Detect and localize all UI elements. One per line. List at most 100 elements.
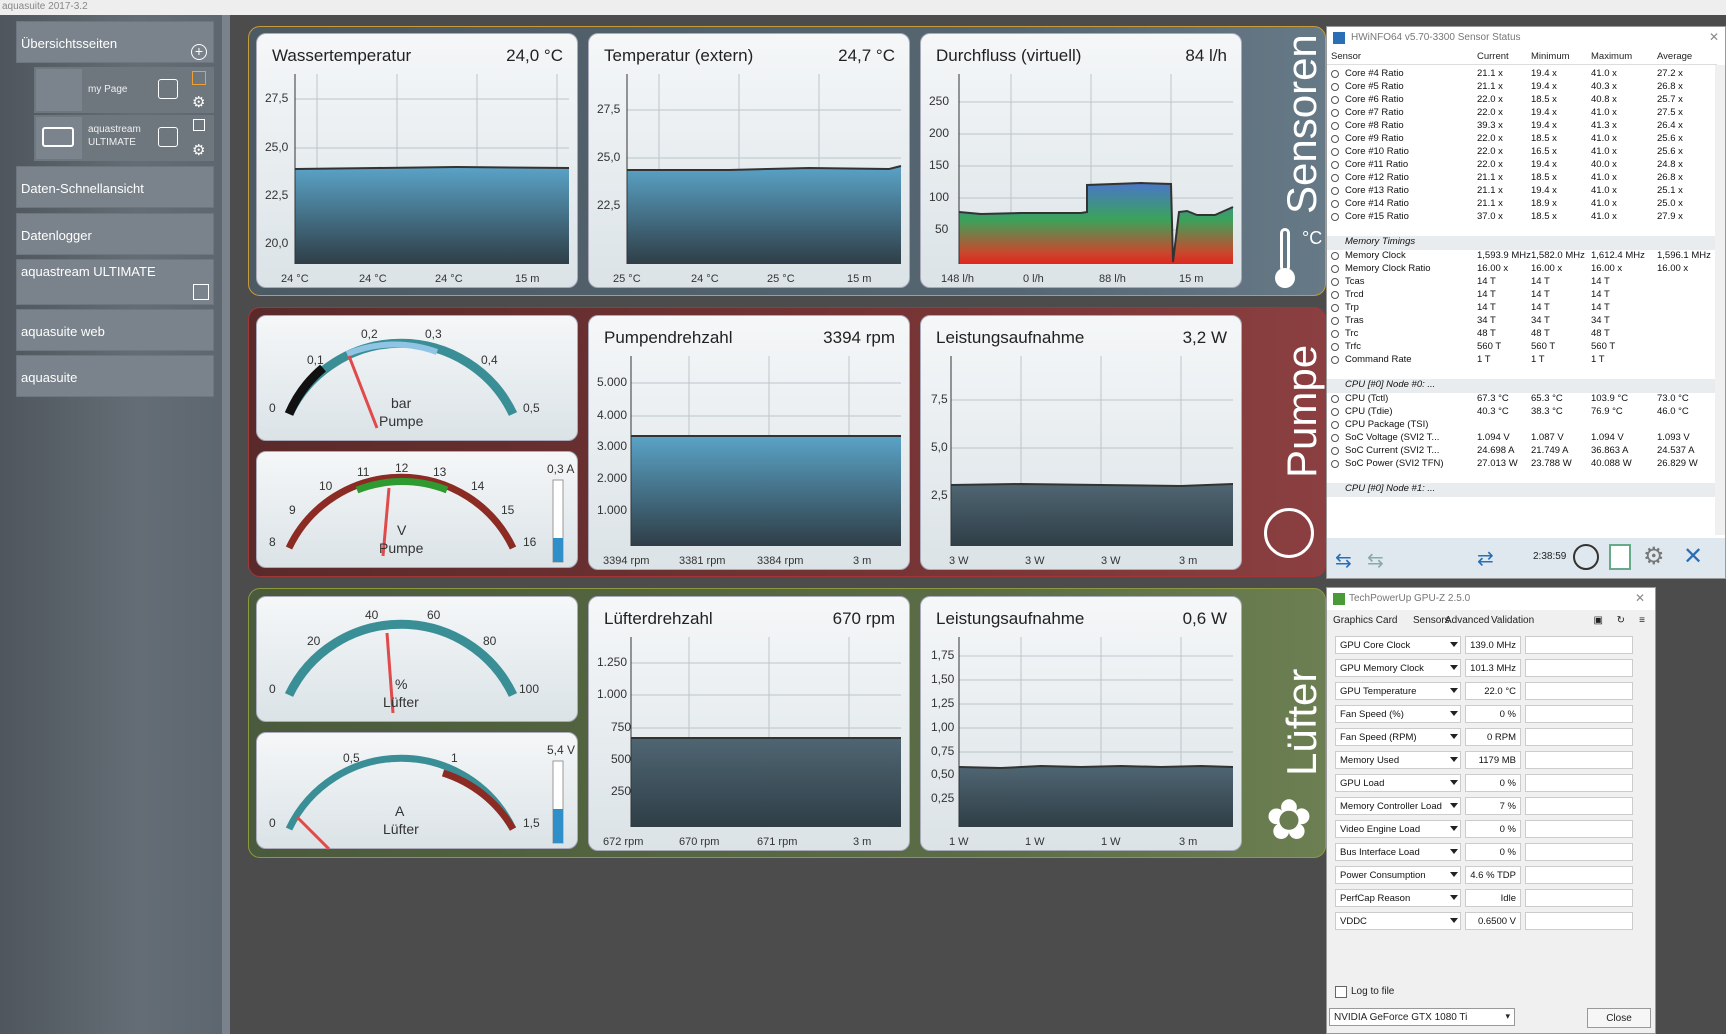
hwinfo-scrollbar[interactable]: [1715, 65, 1725, 535]
close-icon[interactable]: ✕: [1683, 542, 1703, 571]
table-row[interactable]: Trfc 560 T 560 T 560 T: [1327, 340, 1717, 354]
refresh-icon[interactable]: ↻: [1617, 615, 1625, 626]
sensor-name-select[interactable]: GPU Core Clock: [1335, 636, 1461, 654]
sensor-name-select[interactable]: Bus Interface Load: [1335, 843, 1461, 861]
save-icon[interactable]: [193, 284, 209, 300]
table-row[interactable]: Trp 14 T 14 T 14 T: [1327, 301, 1717, 315]
table-cell: 21.1 x: [1477, 81, 1503, 92]
sensor-name-select[interactable]: GPU Memory Clock: [1335, 659, 1461, 677]
table-row[interactable]: Command Rate 1 T 1 T 1 T: [1327, 353, 1717, 367]
table-row[interactable]: Core #5 Ratio 21.1 x 19.4 x 40.3 x 26.8 x: [1327, 80, 1717, 94]
sidebar-item-daten-schnellansicht[interactable]: Daten-Schnellansicht: [16, 166, 214, 208]
table-row[interactable]: Trcd 14 T 14 T 14 T: [1327, 288, 1717, 302]
sensor-name-select[interactable]: VDDC: [1335, 912, 1461, 930]
sensor-name-select[interactable]: GPU Load: [1335, 774, 1461, 792]
table-row[interactable]: Core #13 Ratio 21.1 x 19.4 x 41.0 x 25.1 x: [1327, 184, 1717, 198]
add-page-icon[interactable]: +: [191, 44, 207, 60]
table-cell: 560 T: [1531, 341, 1556, 352]
sidebar-item-aquasuite-web[interactable]: aquasuite web: [16, 309, 214, 351]
table-row[interactable]: SoC Voltage (SVI2 T... 1.094 V 1.087 V 1.09…: [1327, 431, 1717, 445]
sensor-name-select[interactable]: Memory Used: [1335, 751, 1461, 769]
sensor-graph: [1525, 843, 1633, 861]
sensor-value: 7 %: [1465, 797, 1521, 815]
sidebar-scrollbar[interactable]: [222, 15, 230, 1034]
table-row[interactable]: Core #8 Ratio 39.3 x 19.4 x 41.3 x 26.4 x: [1327, 119, 1717, 133]
table-row[interactable]: Memory Clock Ratio 16.00 x 16.00 x 16.00 x 1…: [1327, 262, 1717, 276]
table-row[interactable]: Core #11 Ratio 22.0 x 19.4 x 40.0 x 24.8 x: [1327, 158, 1717, 172]
table-row[interactable]: Core #7 Ratio 22.0 x 19.4 x 41.0 x 27.5 x: [1327, 106, 1717, 120]
sidebar-item-aquasuite[interactable]: aquasuite: [16, 355, 214, 397]
table-cell: 41.3 x: [1591, 120, 1617, 131]
table-row[interactable]: Memory Clock 1,593.9 MHz 1,582.0 MHz 1,612.…: [1327, 249, 1717, 263]
lock-icon[interactable]: [192, 71, 206, 85]
table-cell: 1 T: [1531, 354, 1545, 365]
table-cell: 24.8 x: [1657, 159, 1683, 170]
sidebar-page-aquastream[interactable]: aquastream ULTIMATE ⚙: [34, 115, 214, 161]
table-cell: 23.788 W: [1531, 458, 1572, 469]
chart-temperatur-extern: [626, 74, 902, 264]
edit-page-icon[interactable]: [158, 79, 178, 99]
settings-icon[interactable]: ⚙: [1643, 542, 1665, 571]
table-row[interactable]: SoC Current (SVI2 T... 24.698 A 21.749 A 36…: [1327, 444, 1717, 458]
camera-icon[interactable]: ▣: [1594, 615, 1603, 626]
clock-icon[interactable]: [1573, 544, 1599, 570]
table-row[interactable]: SoC Power (SVI2 TFN) 27.013 W 23.788 W 40.0…: [1327, 457, 1717, 471]
sensor-name-select[interactable]: Memory Controller Load: [1335, 797, 1461, 815]
sensor-name-select[interactable]: Fan Speed (%): [1335, 705, 1461, 723]
navigate-arrows-icon[interactable]: ⇆: [1335, 548, 1352, 573]
table-row[interactable]: Core #14 Ratio 21.1 x 18.9 x 41.0 x 25.0 x: [1327, 197, 1717, 211]
sensor-name-select[interactable]: GPU Temperature: [1335, 682, 1461, 700]
chevron-down-icon: [1450, 734, 1458, 739]
sensor-name-select[interactable]: PerfCap Reason: [1335, 889, 1461, 907]
tab-advanced[interactable]: Advanced: [1445, 615, 1489, 626]
log-label: Log to file: [1351, 986, 1395, 997]
table-row[interactable]: Core #10 Ratio 22.0 x 16.5 x 41.0 x 25.6 x: [1327, 145, 1717, 159]
gear-icon[interactable]: ⚙: [192, 93, 205, 111]
report-icon[interactable]: [1609, 544, 1631, 570]
chart-pumpe-leistungsaufnahme: [950, 356, 1234, 546]
table-row[interactable]: Core #15 Ratio 37.0 x 18.5 x 41.0 x 27.9 x: [1327, 210, 1717, 224]
gpuz-app-icon: [1333, 593, 1345, 605]
network-icon[interactable]: ⇄: [1477, 546, 1494, 571]
table-cell: Command Rate: [1345, 354, 1412, 365]
sensor-graph: [1525, 636, 1633, 654]
hwinfo-section-header[interactable]: CPU [#0] Node #0: ...: [1327, 379, 1717, 393]
hwinfo-section-header[interactable]: CPU [#0] Node #1: ...: [1327, 483, 1717, 497]
table-cell: 14 T: [1591, 276, 1610, 287]
sidebar-page-my-page[interactable]: my Page ⚙: [34, 67, 214, 113]
close-icon[interactable]: ✕: [1635, 591, 1645, 605]
gpu-select[interactable]: NVIDIA GeForce GTX 1080 Ti ▾: [1329, 1008, 1515, 1026]
sidebar-item-aquastream[interactable]: aquastream ULTIMATE: [16, 259, 214, 305]
lock-icon[interactable]: [193, 119, 205, 131]
table-row[interactable]: Tcas 14 T 14 T 14 T: [1327, 275, 1717, 289]
gear-icon[interactable]: ⚙: [192, 141, 205, 159]
hwinfo-section-header[interactable]: Memory Timings: [1327, 236, 1717, 250]
sensor-name-select[interactable]: Fan Speed (RPM): [1335, 728, 1461, 746]
table-row[interactable]: Core #9 Ratio 22.0 x 18.5 x 41.0 x 25.6 x: [1327, 132, 1717, 146]
table-row[interactable]: CPU (Tdie) 40.3 °C 38.3 °C 76.9 °C 46.0 °C: [1327, 405, 1717, 419]
close-icon[interactable]: ✕: [1709, 30, 1719, 44]
table-cell: 40.8 x: [1591, 94, 1617, 105]
sidebar-overview[interactable]: Übersichtsseiten +: [16, 21, 214, 63]
table-row[interactable]: Core #6 Ratio 22.0 x 18.5 x 40.8 x 25.7 x: [1327, 93, 1717, 107]
table-row[interactable]: Core #4 Ratio 21.1 x 19.4 x 41.0 x 27.2 x: [1327, 67, 1717, 81]
table-cell: 1.094 V: [1591, 432, 1624, 443]
table-row[interactable]: CPU Package (TSI): [1327, 418, 1717, 432]
tab-graphics-card[interactable]: Graphics Card: [1333, 615, 1397, 626]
table-cell: 22.0 x: [1477, 159, 1503, 170]
table-cell: Core #7 Ratio: [1345, 107, 1404, 118]
table-row[interactable]: Core #12 Ratio 21.1 x 18.5 x 41.0 x 26.8 x: [1327, 171, 1717, 185]
table-row[interactable]: CPU (Tctl) 67.3 °C 65.3 °C 103.9 °C 73.0 °C: [1327, 392, 1717, 406]
log-checkbox[interactable]: [1335, 986, 1347, 998]
sidebar-item-datenlogger[interactable]: Datenlogger: [16, 213, 214, 255]
gauge-percent: 0 20 40 60 80 100 % Lüfter: [256, 596, 578, 722]
sensor-name-select[interactable]: Power Consumption: [1335, 866, 1461, 884]
sensor-icon: [1331, 135, 1339, 143]
table-row[interactable]: Trc 48 T 48 T 48 T: [1327, 327, 1717, 341]
table-row[interactable]: Tras 34 T 34 T 34 T: [1327, 314, 1717, 328]
sensor-name-select[interactable]: Video Engine Load: [1335, 820, 1461, 838]
tab-validation[interactable]: Validation: [1491, 615, 1534, 626]
menu-icon[interactable]: ≡: [1639, 615, 1645, 626]
edit-page-icon[interactable]: [158, 127, 178, 147]
close-button[interactable]: Close: [1587, 1008, 1651, 1028]
